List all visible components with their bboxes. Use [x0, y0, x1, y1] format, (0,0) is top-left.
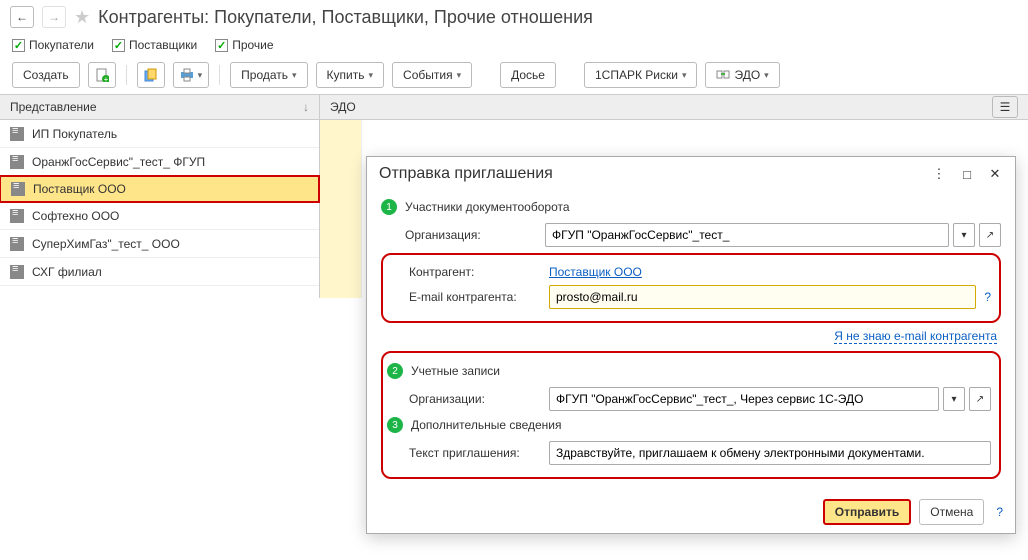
list-item-label: ОранжГосСервис"_тест_ ФГУП	[32, 155, 205, 169]
chevron-down-icon: ▾	[369, 70, 374, 81]
list-item-selected[interactable]: Поставщик ООО	[0, 175, 320, 203]
dialog-help-button[interactable]: ?	[996, 505, 1003, 519]
item-icon	[10, 237, 24, 251]
column-settings-button[interactable]: ☰	[992, 96, 1018, 118]
list-item-label: СХГ филиал	[32, 265, 102, 279]
invite-text-input[interactable]	[549, 441, 991, 465]
checkbox-suppliers[interactable]: ✓ Поставщики	[112, 38, 197, 52]
edo-button[interactable]: ЭДО▾	[705, 62, 779, 88]
list-item[interactable]: Софтехно ООО	[0, 202, 319, 230]
contractor-label: Контрагент:	[409, 265, 539, 279]
open-button[interactable]: ↗	[979, 223, 1001, 247]
copy-button[interactable]	[137, 62, 165, 88]
contractor-list: ИП Покупатель ОранжГосСервис"_тест_ ФГУП…	[0, 120, 320, 298]
check-icon: ✓	[215, 39, 228, 52]
step-1-title: Участники документооборота	[405, 200, 570, 214]
list-item[interactable]: ИП Покупатель	[0, 120, 319, 148]
invitation-dialog: Отправка приглашения ⋮ □ ✕ 1 Участники до…	[366, 156, 1016, 534]
doc-plus-icon: +	[95, 68, 109, 82]
chevron-down-icon: ▾	[292, 70, 297, 81]
checkbox-other[interactable]: ✓ Прочие	[215, 38, 273, 52]
item-icon	[10, 127, 24, 141]
dossier-button[interactable]: Досье	[500, 62, 556, 88]
list-item[interactable]: СуперХимГаз"_тест_ ООО	[0, 230, 319, 258]
close-button[interactable]: ✕	[987, 166, 1003, 182]
chevron-down-icon: ▾	[764, 70, 769, 81]
create-button[interactable]: Создать	[12, 62, 80, 88]
printer-icon	[180, 68, 194, 82]
step-3-title: Дополнительные сведения	[411, 418, 561, 432]
checkbox-buyers[interactable]: ✓ Покупатели	[12, 38, 94, 52]
checkbox-suppliers-label: Поставщики	[129, 38, 197, 52]
sort-arrow-icon: ↓	[303, 100, 309, 114]
svg-text:+: +	[103, 75, 108, 82]
highlighted-section-2: 2 Учетные записи Организации: ▾ ↗ 3 Дополн…	[381, 351, 1001, 479]
chevron-down-icon: ▾	[682, 70, 687, 81]
step-2-title: Учетные записи	[411, 364, 500, 378]
check-icon: ✓	[112, 39, 125, 52]
chevron-down-icon: ▾	[198, 70, 203, 81]
unknown-email-link[interactable]: Я не знаю e-mail контрагента	[834, 329, 997, 344]
check-icon: ✓	[12, 39, 25, 52]
item-icon	[10, 265, 24, 279]
checkbox-other-label: Прочие	[232, 38, 273, 52]
buy-button[interactable]: Купить▾	[316, 62, 384, 88]
selection-highlight-strip	[320, 120, 362, 298]
list-item[interactable]: ОранжГосСервис"_тест_ ФГУП	[0, 148, 319, 176]
step-2-badge: 2	[387, 363, 403, 379]
org-input[interactable]	[545, 223, 949, 247]
nav-back-button[interactable]: ←	[10, 6, 34, 28]
item-icon	[10, 209, 24, 223]
dropdown-button[interactable]: ▾	[953, 223, 975, 247]
copy-icon	[144, 68, 158, 82]
email-label: E-mail контрагента:	[409, 290, 539, 304]
item-icon	[11, 182, 25, 196]
page-title: Контрагенты: Покупатели, Поставщики, Про…	[98, 7, 593, 28]
new-doc-button[interactable]: +	[88, 62, 116, 88]
checkbox-buyers-label: Покупатели	[29, 38, 94, 52]
contractor-link[interactable]: Поставщик ООО	[549, 265, 642, 279]
dialog-title: Отправка приглашения	[379, 165, 553, 183]
list-item-label: ИП Покупатель	[32, 127, 117, 141]
accounts-label: Организации:	[409, 392, 539, 406]
maximize-button[interactable]: □	[959, 166, 975, 182]
list-item-label: Поставщик ООО	[33, 182, 126, 196]
step-1-badge: 1	[381, 199, 397, 215]
highlighted-section-1: Контрагент: Поставщик ООО E-mail контраг…	[381, 253, 1001, 323]
open-button[interactable]: ↗	[969, 387, 991, 411]
spark-risks-button[interactable]: 1СПАРК Риски▾	[584, 62, 698, 88]
accounts-input[interactable]	[549, 387, 939, 411]
dropdown-button[interactable]: ▾	[943, 387, 965, 411]
toolbar: Создать + ▾ Продать▾ Купить▾ События▾ До…	[0, 56, 1028, 94]
list-item-label: Софтехно ООО	[32, 209, 119, 223]
list-item-label: СуперХимГаз"_тест_ ООО	[32, 237, 180, 251]
star-icon[interactable]: ★	[74, 7, 90, 28]
nav-forward-button[interactable]: →	[42, 6, 66, 28]
column-edo[interactable]: ЭДО	[330, 100, 356, 114]
email-input[interactable]	[549, 285, 976, 309]
more-button[interactable]: ⋮	[931, 166, 947, 182]
chevron-down-icon: ▾	[457, 70, 462, 81]
column-representation[interactable]: Представление	[10, 100, 97, 114]
list-item[interactable]: СХГ филиал	[0, 258, 319, 286]
sell-button[interactable]: Продать▾	[230, 62, 307, 88]
edo-icon	[716, 69, 730, 81]
item-icon	[10, 155, 24, 169]
print-button[interactable]: ▾	[173, 62, 210, 88]
send-button[interactable]: Отправить	[823, 499, 911, 525]
cancel-button[interactable]: Отмена	[919, 499, 984, 525]
org-label: Организация:	[405, 228, 535, 242]
invite-text-label: Текст приглашения:	[409, 446, 539, 460]
events-button[interactable]: События▾	[392, 62, 472, 88]
step-3-badge: 3	[387, 417, 403, 433]
help-email-button[interactable]: ?	[984, 290, 991, 304]
